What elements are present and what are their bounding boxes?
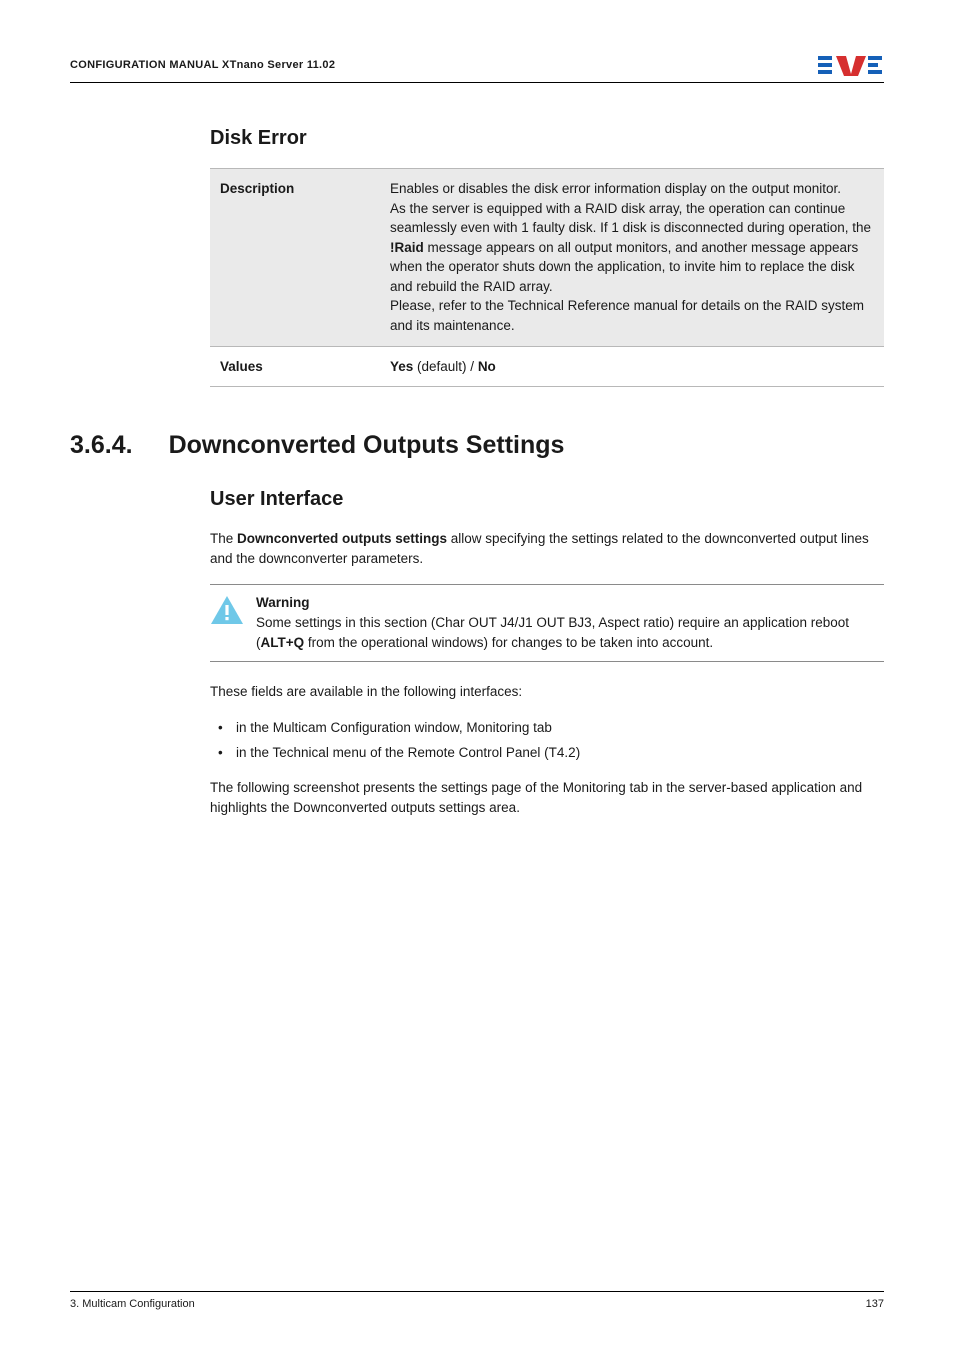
row-label: Description	[210, 169, 380, 347]
warning-icon	[210, 593, 244, 654]
evs-logo	[818, 54, 884, 76]
closing-paragraph: The following screenshot presents the se…	[210, 778, 884, 819]
warning-box: Warning Some settings in this section (C…	[210, 584, 884, 663]
warning-label: Warning	[256, 593, 880, 613]
header-title: CONFIGURATION MANUAL XTnano Server 11.02	[70, 59, 335, 71]
section-number: 3.6.4.	[70, 431, 133, 460]
user-interface-heading: User Interface	[210, 488, 884, 511]
warning-body: Some settings in this section (Char OUT …	[256, 615, 849, 650]
page-header: CONFIGURATION MANUAL XTnano Server 11.02	[70, 54, 884, 83]
bullet-list: in the Multicam Configuration window, Mo…	[210, 717, 884, 764]
footer-left: 3. Multicam Configuration	[70, 1298, 195, 1310]
list-item: in the Technical menu of the Remote Cont…	[210, 742, 884, 764]
footer-page-number: 137	[866, 1298, 884, 1310]
warning-text: Warning Some settings in this section (C…	[256, 593, 880, 654]
after-warning-paragraph: These fields are available in the follow…	[210, 682, 884, 702]
section-heading-row: 3.6.4. Downconverted Outputs Settings	[70, 431, 884, 460]
table-row: Description Enables or disables the disk…	[210, 169, 884, 347]
row-label: Values	[210, 346, 380, 387]
list-item: in the Multicam Configuration window, Mo…	[210, 717, 884, 739]
table-row: Values Yes (default) / No	[210, 346, 884, 387]
row-value: Yes (default) / No	[380, 346, 884, 387]
intro-paragraph: The Downconverted outputs settings allow…	[210, 529, 884, 570]
row-value: Enables or disables the disk error infor…	[380, 169, 884, 347]
section-title: Downconverted Outputs Settings	[169, 431, 565, 460]
page-footer: 3. Multicam Configuration 137	[70, 1291, 884, 1310]
disk-error-table: Description Enables or disables the disk…	[210, 168, 884, 387]
disk-error-heading: Disk Error	[210, 127, 884, 150]
